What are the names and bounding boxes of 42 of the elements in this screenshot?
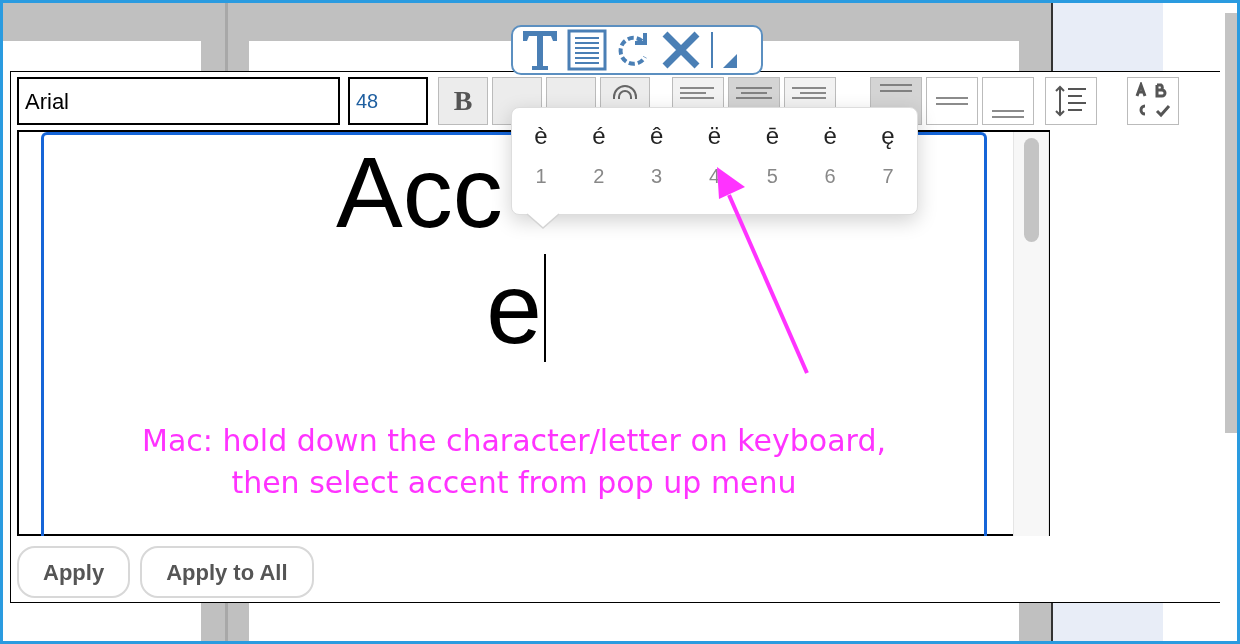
document-text: e — [486, 251, 542, 366]
document-text: Acc — [336, 135, 503, 250]
accent-option[interactable]: ė — [823, 118, 837, 154]
apply-button[interactable]: Apply — [17, 546, 131, 598]
accent-option[interactable]: é — [592, 118, 606, 154]
outline-icon — [613, 85, 637, 99]
document-icon[interactable] — [567, 29, 607, 71]
valign-middle-button[interactable] — [926, 77, 978, 125]
option-number: 4 — [708, 164, 721, 189]
valign-bottom-icon — [992, 110, 1024, 118]
accent-option[interactable]: ē — [765, 118, 779, 154]
accent-option[interactable]: è — [534, 118, 548, 154]
scrollbar-thumb[interactable] — [1225, 13, 1237, 433]
option-number: 2 — [593, 164, 605, 189]
option-number: 7 — [882, 164, 894, 189]
resize-handle-icon[interactable] — [709, 30, 739, 70]
accent-option[interactable]: ë — [707, 118, 722, 154]
align-left-icon — [680, 87, 716, 99]
apply-to-all-button[interactable]: Apply to All — [140, 546, 314, 598]
spell-check-icon — [1133, 82, 1173, 120]
line-spacing-button[interactable] — [1045, 77, 1097, 125]
valign-middle-icon — [936, 97, 968, 105]
accent-option[interactable]: ę — [881, 118, 895, 154]
align-center-icon — [736, 87, 772, 99]
option-number: 6 — [824, 164, 836, 189]
line-spacing-icon — [1054, 84, 1088, 118]
annotation-text: then select accent from pop up menu — [231, 464, 797, 502]
option-number: 5 — [766, 164, 778, 189]
option-number: 1 — [535, 164, 547, 189]
bold-button[interactable]: B — [438, 77, 488, 125]
font-name-field[interactable]: Arial — [17, 77, 340, 125]
accent-option[interactable]: ê — [649, 118, 664, 154]
scrollbar-thumb[interactable] — [1023, 138, 1039, 242]
annotation-text: Mac: hold down the character/letter on keyboard, — [142, 422, 886, 460]
valign-top-icon — [880, 84, 912, 92]
close-icon[interactable] — [661, 30, 701, 70]
font-size-field[interactable]: 48 — [348, 77, 428, 125]
align-right-icon — [792, 87, 828, 99]
valign-bottom-button[interactable] — [982, 77, 1034, 125]
text-icon[interactable] — [521, 29, 559, 71]
option-number: 3 — [651, 164, 663, 189]
spell-check-button[interactable] — [1127, 77, 1179, 125]
